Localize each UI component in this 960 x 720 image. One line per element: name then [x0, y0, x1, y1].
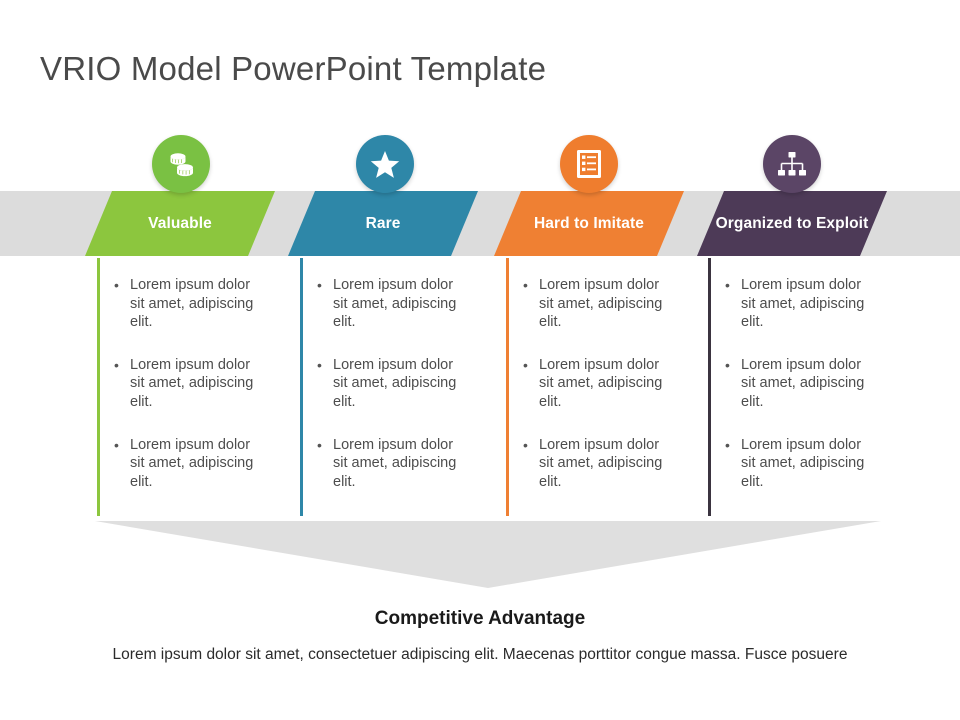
funnel-arrow-shape [95, 521, 881, 588]
column-rare: • Lorem ipsum dolor sit amet, adipiscing… [300, 258, 500, 516]
bullet-icon: • [523, 277, 528, 293]
org-chart-icon [763, 135, 821, 193]
list-item-text: Lorem ipsum dolor sit amet, adipiscing e… [539, 277, 663, 331]
list-item: • Lorem ipsum dolor sit amet, adipiscing… [317, 436, 490, 492]
list-item: • Lorem ipsum dolor sit amet, adipiscing… [523, 276, 696, 332]
footer-heading: Competitive Advantage [374, 608, 586, 629]
list-item: • Lorem ipsum dolor sit amet, adipiscing… [523, 356, 696, 412]
list-item: • Lorem ipsum dolor sit amet, adipiscing… [725, 356, 898, 412]
bullet-icon: • [725, 277, 730, 293]
bullet-icon: • [725, 436, 730, 453]
page-title: VRIO Model PowerPoint Template [40, 50, 547, 87]
bullet-icon: • [725, 356, 730, 373]
list-item: • Lorem ipsum dolor sit amet, adipiscing… [317, 276, 490, 332]
list-item: • Lorem ipsum dolor sit amet, adipiscing… [725, 436, 898, 492]
banner-organized-to-exploit[interactable]: Organized to Exploit [697, 191, 887, 256]
column-organized-to-exploit: • Lorem ipsum dolor sit amet, adipiscing… [708, 258, 908, 516]
list-item-text: Lorem ipsum dolor sit amet, adipiscing e… [741, 356, 865, 410]
column-valuable: • Lorem ipsum dolor sit amet, adipiscing… [97, 258, 297, 516]
list-item: • Lorem ipsum dolor sit amet, adipiscing… [114, 356, 287, 412]
list-item-text: Lorem ipsum dolor sit amet, adipiscing e… [333, 436, 457, 490]
bullet-icon: • [317, 436, 322, 453]
list-item-text: Lorem ipsum dolor sit amet, adipiscing e… [333, 356, 457, 410]
banner-organized-to-exploit-label: Organized to Exploit [715, 215, 869, 232]
list-item-text: Lorem ipsum dolor sit amet, adipiscing e… [130, 436, 254, 490]
bullet-icon: • [523, 356, 528, 373]
banner-hard-to-imitate-label: Hard to Imitate [533, 215, 644, 232]
list-item-text: Lorem ipsum dolor sit amet, adipiscing e… [741, 436, 865, 490]
footer-description: Lorem ipsum dolor sit amet, consectetuer… [112, 646, 848, 663]
bullet-icon: • [114, 436, 119, 453]
list-item-text: Lorem ipsum dolor sit amet, adipiscing e… [333, 277, 457, 331]
list-item: • Lorem ipsum dolor sit amet, adipiscing… [114, 276, 287, 332]
list-item: • Lorem ipsum dolor sit amet, adipiscing… [317, 356, 490, 412]
bullet-icon: • [114, 277, 119, 293]
list-item-text: Lorem ipsum dolor sit amet, adipiscing e… [130, 356, 254, 410]
coins-icon [152, 135, 210, 193]
banner-rare[interactable]: Rare [288, 191, 478, 256]
list-item-text: Lorem ipsum dolor sit amet, adipiscing e… [130, 277, 254, 331]
banner-valuable-label: Valuable [148, 215, 212, 232]
bullet-icon: • [523, 436, 528, 453]
star-icon [356, 135, 414, 193]
list-item: • Lorem ipsum dolor sit amet, adipiscing… [114, 436, 287, 492]
list-item: • Lorem ipsum dolor sit amet, adipiscing… [523, 436, 696, 492]
banner-rare-label: Rare [365, 215, 401, 232]
slide-canvas: VRIO Model PowerPoint Template Valuable … [0, 0, 960, 720]
column-hard-to-imitate: • Lorem ipsum dolor sit amet, adipiscing… [506, 258, 706, 516]
bullet-icon: • [317, 356, 322, 373]
list-item-text: Lorem ipsum dolor sit amet, adipiscing e… [539, 436, 663, 490]
bullet-icon: • [114, 356, 119, 373]
banner-hard-to-imitate[interactable]: Hard to Imitate [494, 191, 684, 256]
list-item-text: Lorem ipsum dolor sit amet, adipiscing e… [741, 277, 865, 331]
banner-valuable[interactable]: Valuable [85, 191, 275, 256]
list-item: • Lorem ipsum dolor sit amet, adipiscing… [725, 276, 898, 332]
list-item-text: Lorem ipsum dolor sit amet, adipiscing e… [539, 356, 663, 410]
checklist-icon [560, 135, 618, 193]
bullet-icon: • [317, 277, 322, 293]
